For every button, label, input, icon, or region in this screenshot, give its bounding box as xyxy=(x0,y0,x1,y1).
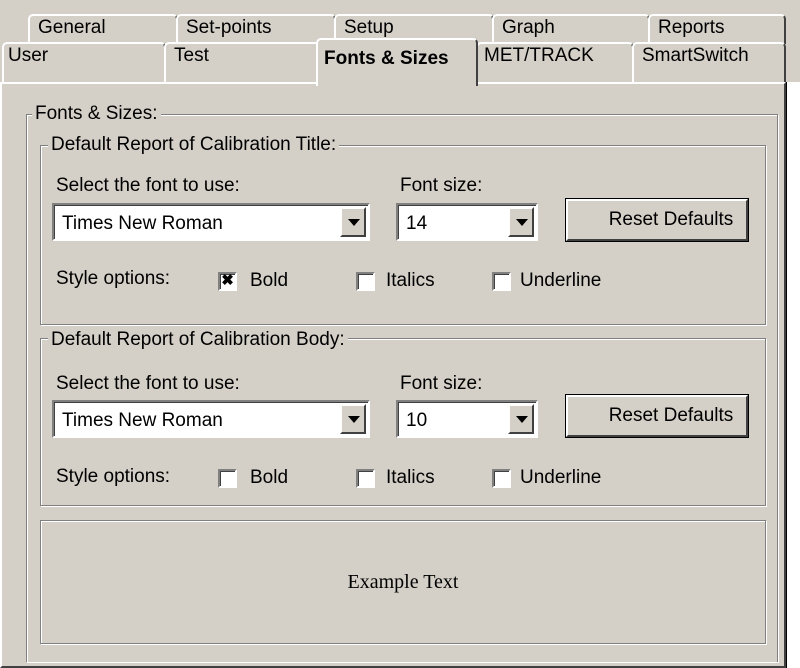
body-font-select[interactable]: Times New Roman xyxy=(52,400,370,438)
tab-general[interactable]: General xyxy=(28,14,178,44)
body-font-value: Times New Roman xyxy=(62,410,223,431)
tab-label: Fonts & Sizes xyxy=(324,48,449,69)
fonts-sizes-group-title: Fonts & Sizes: xyxy=(32,104,161,124)
title-font-group-title: Default Report of Calibration Title: xyxy=(48,135,340,155)
title-bold-checkbox[interactable]: ✖ xyxy=(218,272,237,291)
body-size-label: Font size: xyxy=(400,373,483,394)
title-italics-checkbox[interactable] xyxy=(356,272,375,291)
title-reset-defaults-button[interactable]: Reset Defaults xyxy=(565,198,749,242)
tab-label: MET/TRACK xyxy=(484,45,594,66)
title-font-select[interactable]: Times New Roman xyxy=(52,203,370,241)
body-underline-label: Underline xyxy=(520,467,602,488)
body-font-label: Select the font to use: xyxy=(56,373,240,394)
body-size-value: 10 xyxy=(406,410,428,431)
title-font-value: Times New Roman xyxy=(62,213,223,234)
tab-user[interactable]: User xyxy=(2,42,166,84)
chevron-down-icon[interactable] xyxy=(508,404,534,434)
title-font-label: Select the font to use: xyxy=(56,175,240,196)
title-bold-label: Bold xyxy=(250,270,289,291)
chevron-down-icon[interactable] xyxy=(508,207,534,237)
title-underline-checkbox[interactable] xyxy=(492,272,511,291)
title-size-label: Font size: xyxy=(400,175,483,196)
body-size-select[interactable]: 10 xyxy=(396,400,538,438)
example-text: Example Text xyxy=(347,570,459,593)
body-font-group-title: Default Report of Calibration Body: xyxy=(48,330,348,350)
title-style-label: Style options: xyxy=(56,268,171,289)
tab-fonts-sizes[interactable]: Fonts & Sizes xyxy=(316,38,478,86)
body-italics-label: Italics xyxy=(386,467,435,488)
title-size-value: 14 xyxy=(406,213,428,234)
body-bold-checkbox[interactable] xyxy=(218,469,237,488)
tab-label: User xyxy=(8,45,49,66)
body-bold-label: Bold xyxy=(250,467,289,488)
title-size-select[interactable]: 14 xyxy=(396,203,538,241)
tab-set-points[interactable]: Set-points xyxy=(176,14,336,44)
body-italics-checkbox[interactable] xyxy=(356,469,375,488)
example-preview: Example Text xyxy=(40,520,766,644)
tab-label: Set-points xyxy=(186,17,272,38)
tab-label: Test xyxy=(174,45,209,66)
tab-label: Reports xyxy=(658,17,725,38)
tab-label: Graph xyxy=(502,17,555,38)
body-style-label: Style options: xyxy=(56,466,171,487)
title-italics-label: Italics xyxy=(386,270,435,291)
title-underline-label: Underline xyxy=(520,270,602,291)
tab-label: General xyxy=(38,17,106,38)
body-underline-checkbox[interactable] xyxy=(492,469,511,488)
window-edge xyxy=(786,82,800,668)
chevron-down-icon[interactable] xyxy=(340,207,366,237)
tab-smartswitch[interactable]: SmartSwitch xyxy=(632,42,786,84)
tab-reports[interactable]: Reports xyxy=(648,14,786,44)
tab-label: SmartSwitch xyxy=(642,45,749,66)
tab-test[interactable]: Test xyxy=(164,42,322,84)
tab-met-track[interactable]: MET/TRACK xyxy=(476,42,634,84)
body-reset-defaults-button[interactable]: Reset Defaults xyxy=(565,394,749,438)
tab-label: Setup xyxy=(344,17,394,38)
tab-graph[interactable]: Graph xyxy=(492,14,650,44)
chevron-down-icon[interactable] xyxy=(340,404,366,434)
